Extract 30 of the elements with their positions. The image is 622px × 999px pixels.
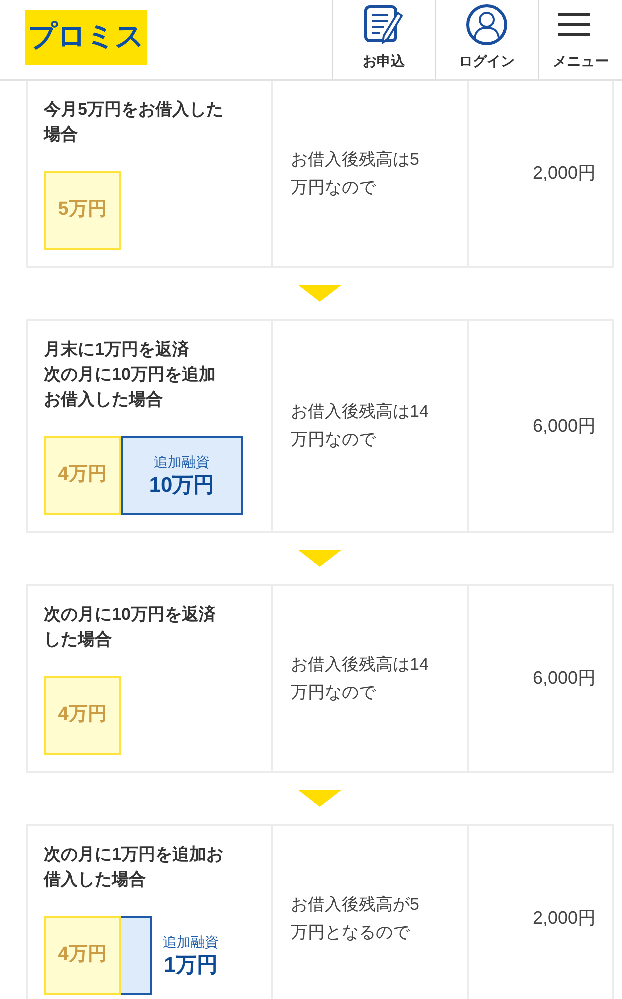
balance-block: 4万円 [44,676,121,755]
monthly-payment: 6,000円 [532,414,596,438]
additional-loan-amount: 1万円 [164,952,218,978]
monthly-payment: 2,000円 [532,907,596,930]
case-title: 今月5万円をお借入した 場合 [44,99,224,146]
menu-icon [558,13,590,37]
balance-block: 4万円 [44,916,121,995]
case-title: 次の月に1万円を追加お 借入した場合 [44,844,224,891]
additional-loan-caption: 追加融資 [154,452,210,472]
balance-note: お借入後残高は14 万円なので [291,401,429,451]
balance-note: お借入後残高は14 万円なので [291,654,429,704]
monthly-payment: 2,000円 [532,162,596,185]
balance-block: 4万円 [44,436,121,515]
nav-button[interactable]: ログイン [435,0,538,79]
down-arrow-icon [298,790,342,807]
monthly-payment: 6,000円 [532,667,596,690]
nav-button[interactable]: お申込 [332,0,435,79]
logo[interactable]: プロミス [25,10,147,65]
additional-loan-amount: 10万円 [149,472,215,498]
user-icon [466,4,508,46]
balance-block: 5万円 [44,171,121,250]
additional-loan-caption: 追加融資 [163,932,219,952]
case-title: 月末に1万円を返済 次の月に10万円を追加 お借入した場合 [44,339,217,411]
down-arrow-icon [298,550,342,567]
case-title: 次の月に10万円を返済 した場合 [44,604,217,651]
document-pencil-icon [364,5,404,45]
down-arrow-icon [298,285,342,302]
balance-note: お借入後残高が5 万円となるので [291,894,420,944]
balance-note: お借入後残高は5 万円なので [291,148,420,198]
nav-button[interactable]: メニュー [538,0,622,79]
